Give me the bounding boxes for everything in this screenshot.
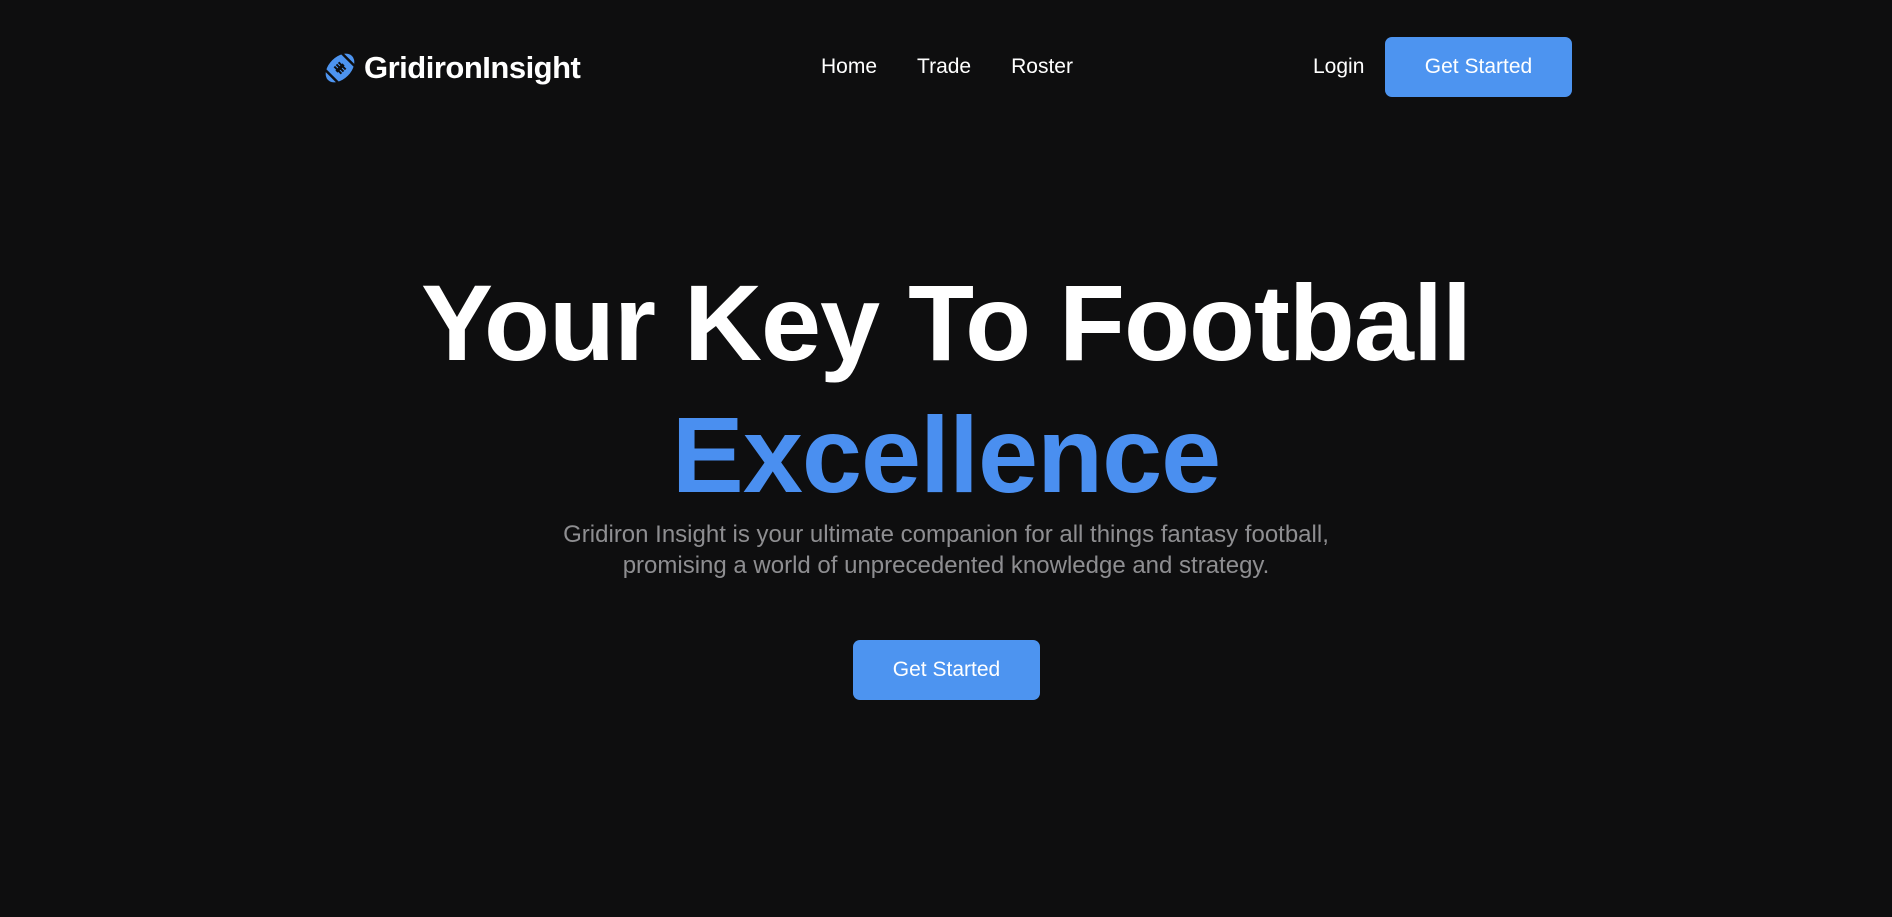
landing-page: GridironInsight Home Trade Roster Login …: [0, 0, 1892, 917]
login-link[interactable]: Login: [1313, 50, 1364, 84]
football-icon: [322, 50, 358, 86]
hero-get-started-button[interactable]: Get Started: [853, 640, 1040, 700]
hero-title-line1: Your Key To Football: [421, 262, 1472, 383]
brand-name: GridironInsight: [364, 50, 581, 85]
hero-subtitle: Gridiron Insight is your ultimate compan…: [446, 519, 1446, 581]
main-nav: Home Trade Roster: [821, 50, 1073, 84]
hero-subtitle-line2: promising a world of unprecedented knowl…: [622, 552, 1270, 579]
header-get-started-button[interactable]: Get Started: [1385, 37, 1572, 97]
hero-title-accent: Excellence: [671, 394, 1221, 515]
top-navbar: GridironInsight Home Trade Roster Login …: [0, 0, 1892, 134]
nav-link-home[interactable]: Home: [821, 50, 877, 84]
hero-subtitle-line1: Gridiron Insight is your ultimate compan…: [563, 521, 1329, 548]
nav-link-roster[interactable]: Roster: [1011, 50, 1073, 84]
brand-logo-link[interactable]: GridironInsight: [322, 48, 581, 88]
nav-link-trade[interactable]: Trade: [917, 50, 971, 84]
